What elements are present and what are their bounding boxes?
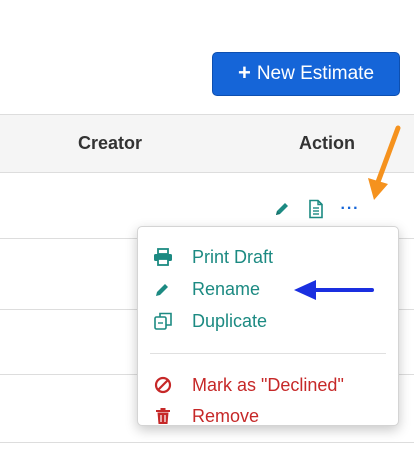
- document-icon[interactable]: [304, 197, 328, 221]
- prohibited-icon: [152, 374, 174, 396]
- menu-item-print-draft[interactable]: Print Draft: [152, 243, 273, 271]
- new-estimate-button[interactable]: + New Estimate: [212, 52, 400, 96]
- trash-icon: [152, 405, 174, 427]
- menu-item-label: Mark as "Declined": [192, 374, 344, 395]
- menu-item-duplicate[interactable]: Duplicate: [152, 307, 267, 335]
- column-header-action: Action: [299, 133, 355, 153]
- menu-item-label: Duplicate: [192, 310, 268, 331]
- copy-icon: [152, 310, 174, 332]
- menu-item-label: Print Draft: [192, 246, 274, 267]
- menu-item-label: Rename: [192, 278, 261, 299]
- table-header: Creator Action: [0, 114, 414, 173]
- menu-divider: [150, 353, 386, 354]
- more-icon[interactable]: ···: [338, 197, 362, 221]
- blue-arrow-annotation: [294, 280, 374, 300]
- plus-icon: +: [237, 60, 251, 85]
- menu-item-rename[interactable]: Rename: [152, 275, 260, 303]
- menu-item-label: Remove: [192, 405, 260, 426]
- row-actions: ···: [270, 196, 362, 222]
- orange-arrow-annotation: [368, 125, 401, 200]
- column-header-creator[interactable]: Creator: [78, 133, 142, 154]
- menu-item-remove[interactable]: Remove: [152, 402, 259, 430]
- menu-item-mark-declined[interactable]: Mark as "Declined": [152, 371, 344, 399]
- pencil-icon[interactable]: [270, 197, 294, 221]
- pencil-icon: [152, 278, 174, 300]
- printer-icon: [152, 246, 174, 268]
- new-estimate-label: New Estimate: [256, 63, 375, 84]
- action-dropdown-menu: Print Draft Rename Duplicate Mark as "De…: [137, 226, 399, 426]
- row-divider: [0, 442, 414, 443]
